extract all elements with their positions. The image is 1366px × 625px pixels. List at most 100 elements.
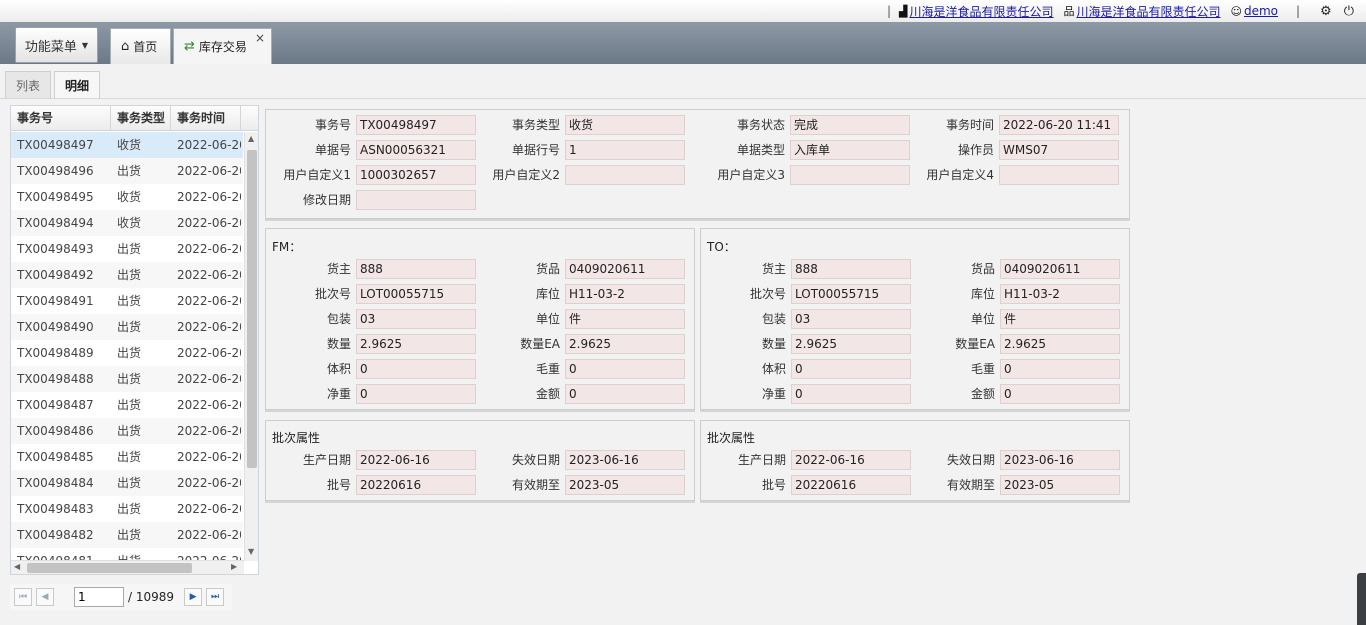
field-value[interactable]: 2023-06-16	[565, 450, 685, 470]
company-link-2[interactable]: 品 川海是洋食品有限责任公司	[1063, 3, 1220, 20]
scroll-thumb[interactable]	[247, 150, 257, 468]
last-page-icon[interactable]: ⏭	[206, 588, 225, 606]
page-number-input[interactable]	[74, 587, 124, 607]
column-header-transaction-type[interactable]: 事务类型	[111, 106, 171, 131]
table-row[interactable]: TX00498487 出货 2022-06-20	[11, 392, 243, 418]
scroll-thumb[interactable]	[27, 563, 192, 573]
field-value[interactable]	[356, 190, 476, 210]
field-value[interactable]: 2023-06-16	[1000, 450, 1120, 470]
prev-page-icon[interactable]: ◀	[36, 588, 54, 606]
scroll-left-icon[interactable]: ◀	[14, 562, 20, 571]
table-row[interactable]: TX00498486 出货 2022-06-20	[11, 418, 243, 444]
field-value[interactable]: 0	[791, 384, 911, 404]
table-row[interactable]: TX00498485 出货 2022-06-20	[11, 444, 243, 470]
field-value[interactable]: 888	[791, 259, 911, 279]
table-row[interactable]: TX00498482 出货 2022-06-20	[11, 522, 243, 548]
field-value[interactable]: 件	[1000, 309, 1120, 329]
field-value[interactable]: 2023-05	[565, 475, 685, 495]
cell-transaction-time: 2022-06-20	[177, 528, 241, 542]
table-row[interactable]: TX00498483 出货 2022-06-20	[11, 496, 243, 522]
from-panel: FM： 货主 888 货品 0409020611 批次号 LOT00055715 库位 H11…	[265, 228, 695, 410]
field-value[interactable]: 完成	[790, 115, 910, 135]
field-value[interactable]: 0	[1000, 359, 1120, 379]
user-name[interactable]: demo	[1244, 4, 1278, 18]
side-handle[interactable]	[1357, 573, 1366, 625]
field-value[interactable]: 2023-05	[1000, 475, 1120, 495]
first-page-icon[interactable]: ⏮	[14, 588, 32, 606]
table-row[interactable]: TX00498497 收货 2022-06-20	[11, 132, 243, 158]
field-value[interactable]: H11-03-2	[1000, 284, 1120, 304]
field-value[interactable]: 0	[356, 384, 476, 404]
field-value[interactable]	[565, 165, 685, 185]
field-value[interactable]: 入库单	[790, 140, 910, 160]
field-value[interactable]: TX00498497	[356, 115, 476, 135]
field-value[interactable]: 20220616	[356, 475, 476, 495]
field-label: 库位	[970, 287, 995, 301]
field-value[interactable]: WMS07	[999, 140, 1119, 160]
to-panel-title: TO：	[707, 240, 736, 254]
company-name-1[interactable]: 川海是洋食品有限责任公司	[909, 3, 1053, 20]
scroll-up-icon[interactable]: ▲	[248, 134, 254, 143]
field-value[interactable]: 2.9625	[565, 334, 685, 354]
vertical-scrollbar[interactable]: ▲ ▼	[244, 132, 258, 561]
field-value[interactable]: H11-03-2	[565, 284, 685, 304]
field-value[interactable]: 2.9625	[791, 334, 911, 354]
table-row[interactable]: TX00498488 出货 2022-06-20	[11, 366, 243, 392]
field-value[interactable]: 收货	[565, 115, 685, 135]
settings-icon[interactable]: ⚙	[1320, 4, 1332, 19]
to-panel: TO： 货主 888 货品 0409020611 批次号 LOT00055715 库位 H11…	[700, 228, 1130, 410]
field-value[interactable]: LOT00055715	[356, 284, 476, 304]
field-value[interactable]: 03	[356, 309, 476, 329]
table-row[interactable]: TX00498493 出货 2022-06-20	[11, 236, 243, 262]
scroll-down-icon[interactable]: ▼	[248, 547, 254, 556]
company-link-1[interactable]: ▟ 川海是洋食品有限责任公司	[899, 3, 1053, 20]
field-value[interactable]: 0	[356, 359, 476, 379]
field-value[interactable]: 件	[565, 309, 685, 329]
user-link[interactable]: ☺ demo	[1231, 4, 1279, 18]
field-value[interactable]: 0409020611	[1000, 259, 1120, 279]
field-value[interactable]: 2022-06-20 11:41	[999, 115, 1119, 135]
field-value[interactable]: 1	[565, 140, 685, 160]
field-value[interactable]: 0	[1000, 384, 1120, 404]
field-value[interactable]: 2022-06-16	[356, 450, 476, 470]
power-icon[interactable]: ⏻	[1344, 4, 1354, 19]
field-value[interactable]: LOT00055715	[791, 284, 911, 304]
field-value[interactable]: ASN00056321	[356, 140, 476, 160]
function-menu-button[interactable]: 功能菜单 ▼	[15, 27, 98, 63]
field-value[interactable]: 2.9625	[1000, 334, 1120, 354]
tab-detail[interactable]: 明细	[54, 71, 101, 99]
field-value[interactable]	[790, 165, 910, 185]
tab-inventory-transaction[interactable]: ⇄ 库存交易 ×	[173, 28, 272, 64]
tab-home[interactable]: ⌂ 首页	[110, 28, 171, 64]
close-icon[interactable]: ×	[255, 31, 265, 45]
table-row[interactable]: TX00498491 出货 2022-06-20	[11, 288, 243, 314]
tab-list[interactable]: 列表	[5, 71, 52, 99]
field-value[interactable]	[999, 165, 1119, 185]
table-row[interactable]: TX00498489 出货 2022-06-20	[11, 340, 243, 366]
field-value[interactable]: 1000302657	[356, 165, 476, 185]
table-row[interactable]: TX00498496 出货 2022-06-20	[11, 158, 243, 184]
table-row[interactable]: TX00498484 出货 2022-06-20	[11, 470, 243, 496]
table-row[interactable]: TX00498490 出货 2022-06-20	[11, 314, 243, 340]
column-header-transaction-no[interactable]: 事务号	[11, 106, 111, 131]
field-value[interactable]: 03	[791, 309, 911, 329]
table-row[interactable]: TX00498494 收货 2022-06-20	[11, 210, 243, 236]
horizontal-scrollbar[interactable]: ◀ ▶	[11, 560, 244, 574]
cell-transaction-time: 2022-06-20	[177, 268, 241, 282]
field-value[interactable]: 2022-06-16	[791, 450, 911, 470]
field-value[interactable]: 0	[791, 359, 911, 379]
field-value[interactable]: 2.9625	[356, 334, 476, 354]
field-value[interactable]: 20220616	[791, 475, 911, 495]
table-row[interactable]: TX00498481出货2022-06-20	[11, 548, 243, 560]
scroll-right-icon[interactable]: ▶	[231, 562, 237, 571]
company-name-2[interactable]: 川海是洋食品有限责任公司	[1076, 3, 1220, 20]
field-value[interactable]: 0	[565, 359, 685, 379]
table-row[interactable]: TX00498492 出货 2022-06-20	[11, 262, 243, 288]
cell-transaction-time: 2022-06-20	[177, 346, 241, 360]
next-page-icon[interactable]: ▶	[184, 588, 203, 606]
field-value[interactable]: 888	[356, 259, 476, 279]
table-row[interactable]: TX00498495 收货 2022-06-20	[11, 184, 243, 210]
column-header-transaction-time[interactable]: 事务时间	[171, 106, 241, 131]
field-value[interactable]: 0	[565, 384, 685, 404]
field-value[interactable]: 0409020611	[565, 259, 685, 279]
